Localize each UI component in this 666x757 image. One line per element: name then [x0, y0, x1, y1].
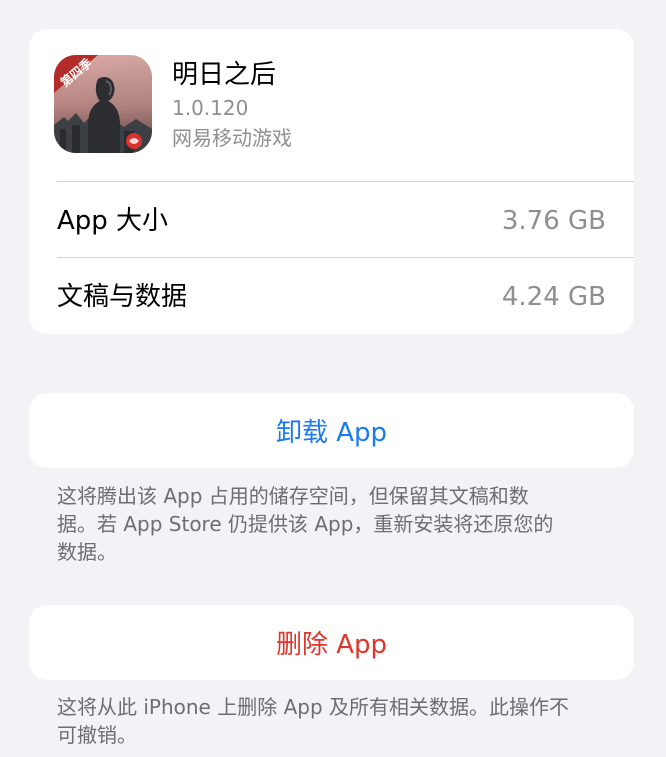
- delete-app-label: 删除 App: [275, 630, 388, 660]
- delete-footnote-line: 这将从此 iPhone 上删除 App 及所有相关数据。此操作不: [57, 695, 570, 719]
- delete-footnote: 这将从此 iPhone 上删除 App 及所有相关数据。此操作不 可撤销。: [57, 693, 617, 749]
- divider: [57, 181, 634, 182]
- offload-footnote-line: 数据。: [57, 540, 117, 564]
- app-size-value: 3.76 GB: [501, 206, 606, 236]
- delete-footnote-line: 可撤销。: [57, 723, 137, 747]
- app-info-card: 第四季 明日之后 1.0.120 网易移动游戏 App 大小 3.76 GB 文…: [29, 29, 634, 334]
- divider: [57, 257, 634, 258]
- offload-footnote-line: 据。若 App Store 仍提供该 App，重新安装将还原您的: [57, 512, 554, 536]
- documents-data-value: 4.24 GB: [501, 282, 606, 312]
- app-header: 第四季 明日之后 1.0.120 网易移动游戏: [29, 29, 634, 181]
- app-icon: 第四季: [54, 55, 152, 153]
- app-size-label: App 大小: [57, 206, 169, 236]
- game-artwork-icon: 第四季: [54, 55, 152, 153]
- app-developer: 网易移动游戏: [172, 126, 292, 150]
- offload-app-label: 卸载 App: [275, 418, 388, 448]
- offload-footnote-line: 这将腾出该 App 占用的储存空间，但保留其文稿和数: [57, 484, 529, 508]
- app-version: 1.0.120: [172, 96, 249, 120]
- offload-footnote: 这将腾出该 App 占用的储存空间，但保留其文稿和数 据。若 App Store…: [57, 482, 617, 566]
- documents-data-label: 文稿与数据: [57, 282, 188, 312]
- app-name: 明日之后: [172, 60, 277, 90]
- offload-app-button[interactable]: 卸载 App: [29, 393, 634, 468]
- delete-app-button[interactable]: 删除 App: [29, 605, 634, 680]
